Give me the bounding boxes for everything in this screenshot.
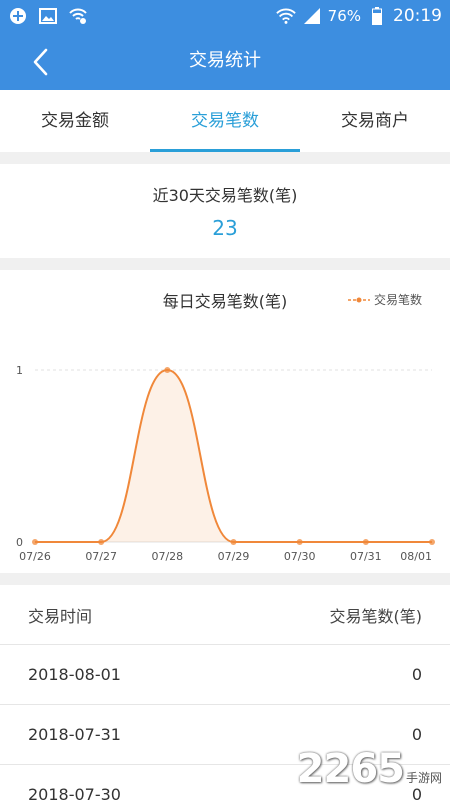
x-tick-label: 07/30 [284, 550, 316, 563]
data-point [230, 539, 237, 545]
watermark-sub: 手游网 [405, 771, 442, 785]
legend-label: 交易笔数 [373, 293, 422, 307]
page-title: 交易统计 [189, 50, 261, 71]
x-tick-label: 07/27 [85, 550, 117, 563]
row-count: 0 [411, 725, 422, 744]
app-bar: 交易统计 [0, 32, 450, 90]
status-bar: 76% 20:19 [0, 0, 450, 32]
wifi-question-icon [68, 6, 88, 26]
tab-merchant[interactable]: 交易商户 [300, 90, 450, 152]
battery-icon [367, 6, 387, 26]
row-date: 2018-07-30 [28, 785, 121, 800]
tab-count[interactable]: 交易笔数 [150, 90, 300, 152]
x-tick-label: 07/28 [151, 550, 183, 563]
summary-value: 23 [212, 216, 238, 240]
battery-percent: 76% [327, 7, 361, 25]
summary-card: 近30天交易笔数(笔) 23 [0, 164, 450, 258]
chart-card: 0 1 07/26 07/27 07/28 07/29 07/30 07/31 08/01 每日… [0, 270, 450, 573]
data-point [362, 539, 369, 545]
back-button[interactable] [22, 44, 58, 80]
row-count: 0 [411, 665, 422, 684]
image-icon [38, 6, 58, 26]
tab-amount[interactable]: 交易金额 [0, 90, 150, 152]
summary-title: 近30天交易笔数(笔) [152, 186, 298, 205]
tab-bar: 交易金额 交易笔数 交易商户 [0, 90, 450, 152]
data-point [429, 539, 435, 545]
data-point [98, 539, 105, 545]
watermark: 2265 手游网 [297, 746, 442, 792]
table-header: 交易时间 交易笔数(笔) [0, 585, 450, 645]
x-tick-label: 07/26 [19, 550, 51, 563]
y-tick-label: 1 [16, 364, 23, 377]
row-date: 2018-07-31 [28, 725, 121, 744]
data-point [296, 539, 303, 545]
table-row[interactable]: 2018-08-01 0 [0, 645, 450, 705]
x-tick-label: 08/01 [400, 550, 432, 563]
wifi-icon [275, 6, 296, 26]
series-line [35, 368, 432, 543]
data-point [164, 367, 171, 373]
daily-count-chart: 0 1 07/26 07/27 07/28 07/29 07/30 07/31 08/01 [16, 364, 435, 563]
series-area [35, 370, 432, 542]
clock: 20:19 [393, 6, 442, 26]
watermark-number: 2265 [296, 746, 405, 792]
add-circle-icon [8, 6, 28, 26]
y-tick-label: 0 [16, 536, 23, 549]
chevron-left-icon [33, 48, 48, 76]
data-point [32, 539, 38, 545]
x-tick-label: 07/29 [218, 550, 250, 563]
legend-line-icon [347, 297, 370, 302]
header-date: 交易时间 [28, 606, 93, 626]
row-date: 2018-08-01 [28, 665, 121, 684]
x-tick-label: 07/31 [350, 550, 382, 563]
header-count: 交易笔数(笔) [329, 606, 423, 626]
signal-icon [302, 6, 322, 26]
chart-legend: 交易笔数 [347, 291, 422, 308]
